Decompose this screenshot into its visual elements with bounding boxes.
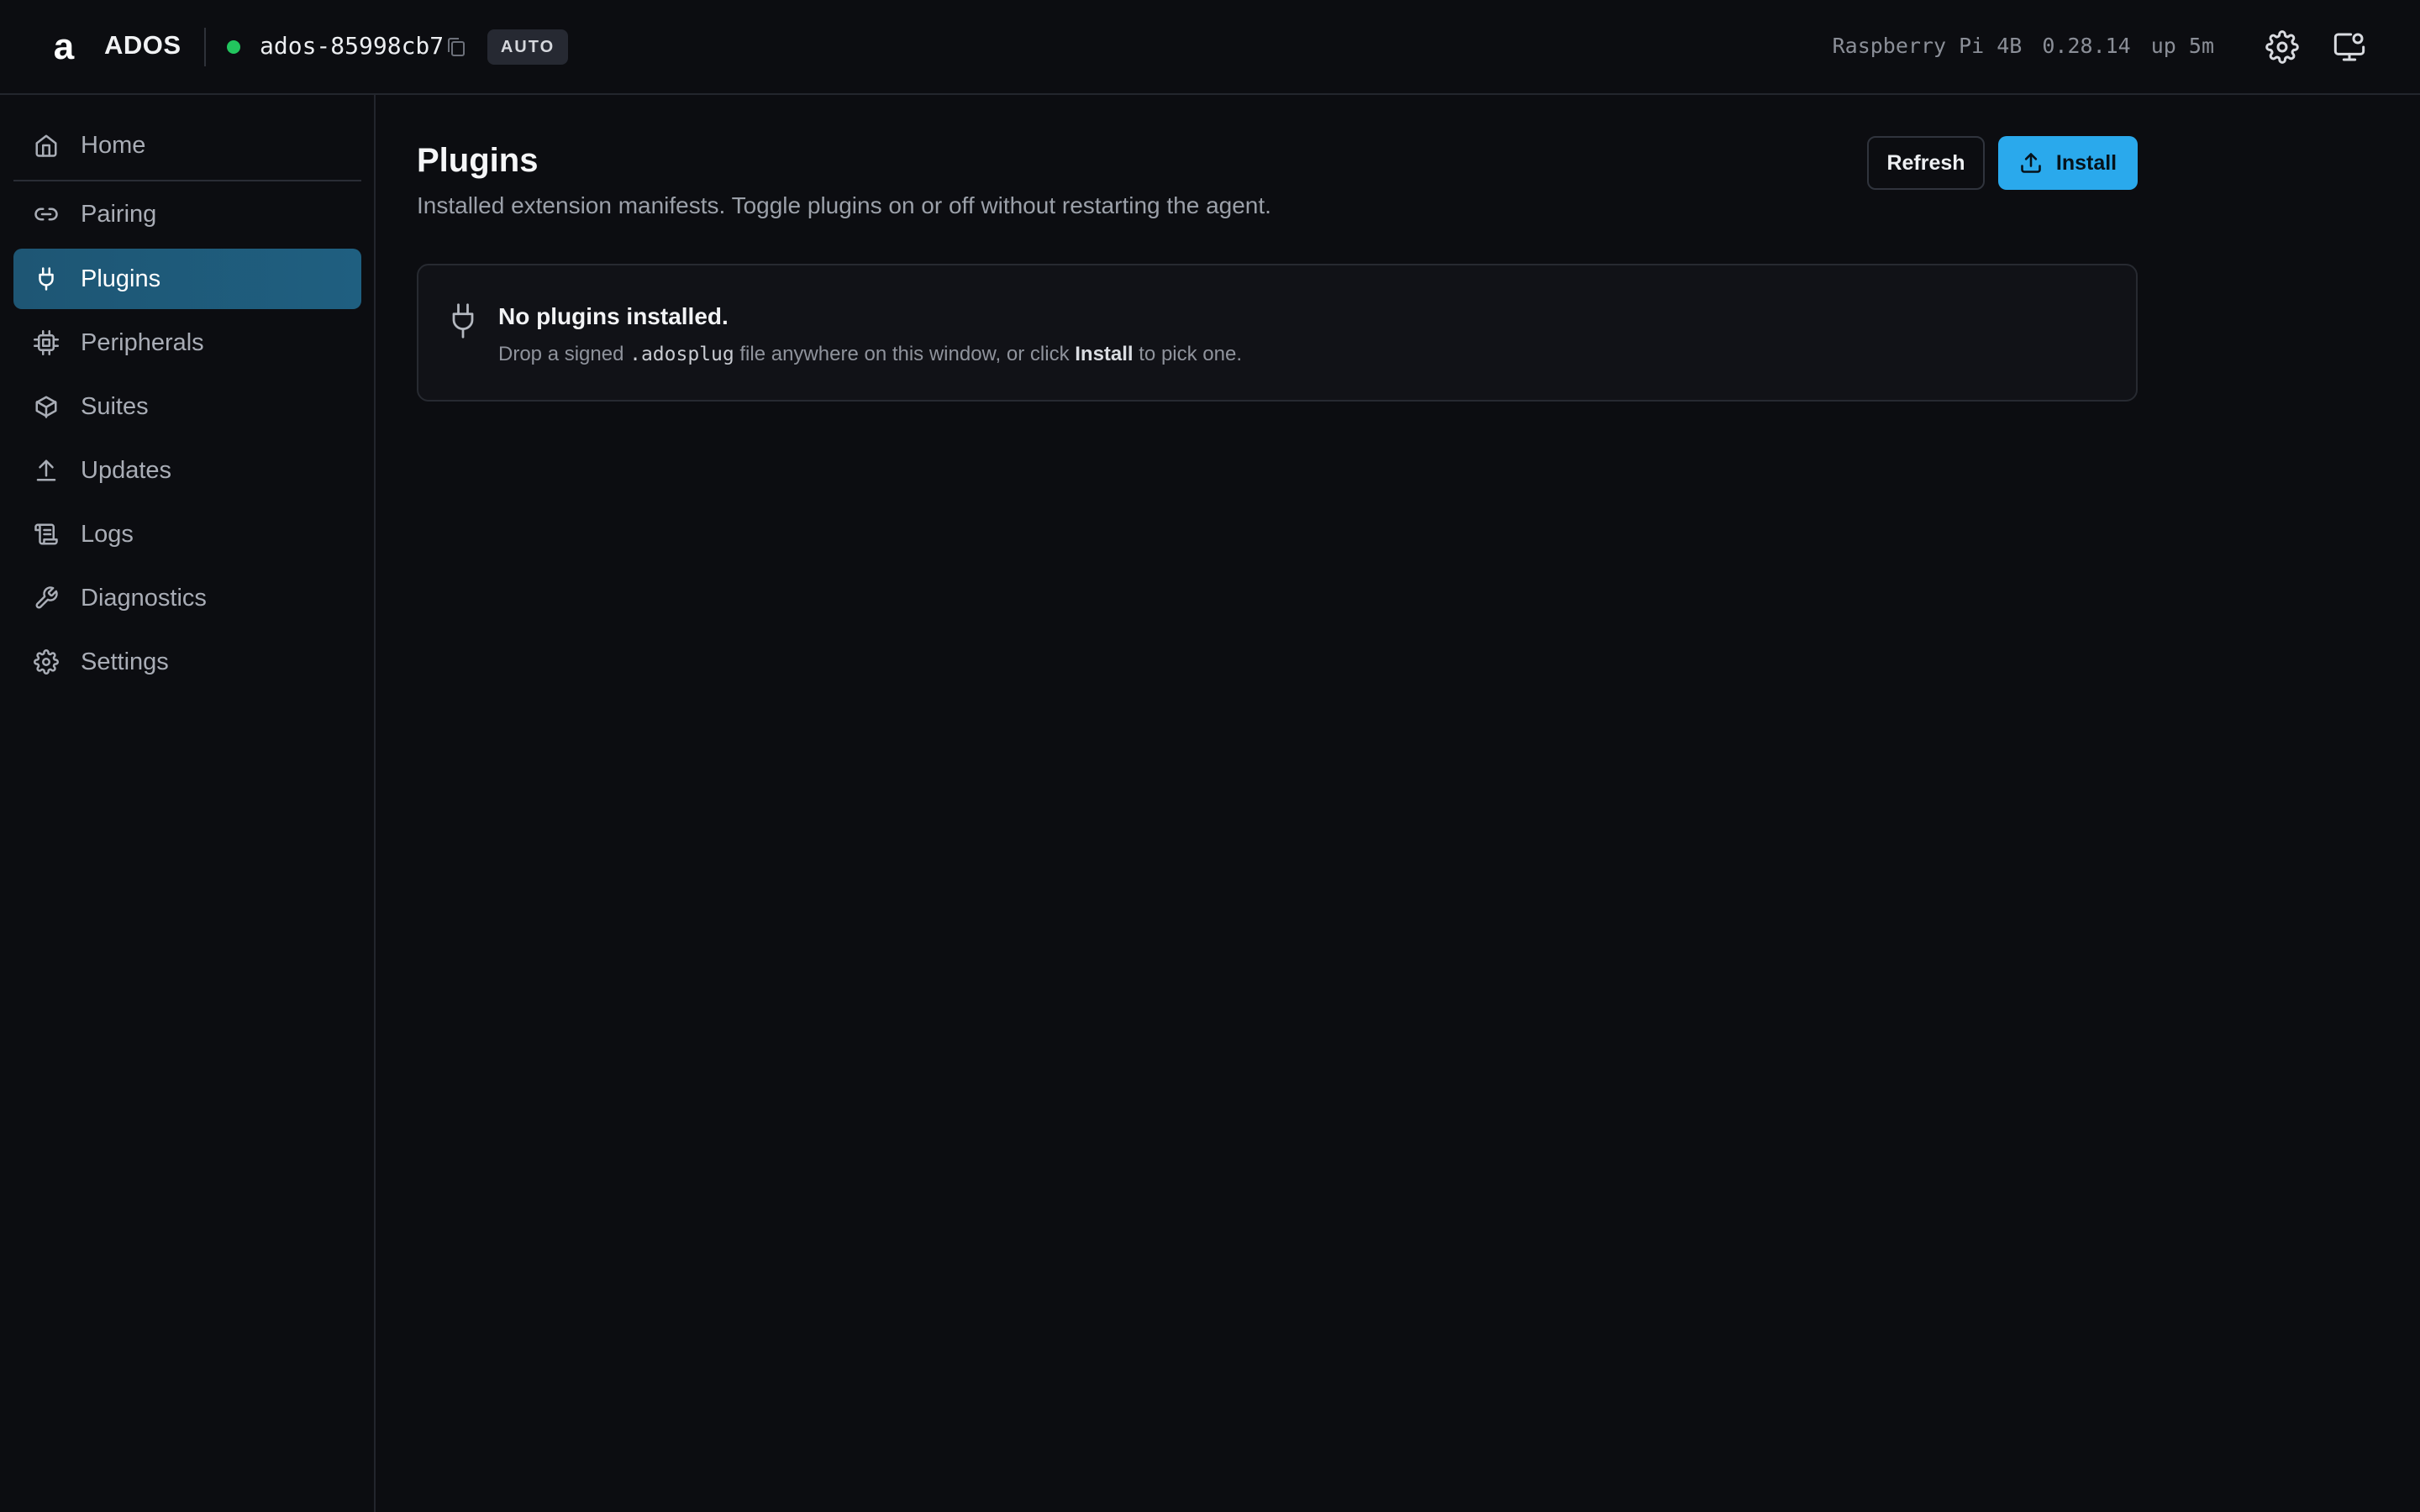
sidebar-item-label: Settings (81, 648, 169, 675)
top-header: a ADOS ados-85998cb7 AUTO Raspberry Pi 4… (0, 0, 2420, 95)
refresh-button[interactable]: Refresh (1867, 136, 1985, 190)
chip-icon (34, 330, 59, 355)
sidebar: Home Pairing Plugins Peripherals Suites … (0, 95, 376, 1512)
sidebar-item-pairing[interactable]: Pairing (13, 184, 361, 244)
sidebar-item-label: Home (81, 132, 146, 159)
system-info: Raspberry Pi 4B 0.28.14 up 5m (1833, 34, 2214, 58)
sidebar-item-label: Pairing (81, 201, 157, 228)
scroll-icon (34, 523, 58, 545)
sidebar-item-label: Plugins (81, 265, 161, 292)
wrench-icon (35, 586, 58, 609)
page-subtitle: Installed extension manifests. Toggle pl… (417, 192, 1271, 218)
file-extension: .adosplug (629, 344, 734, 365)
sidebar-item-label: Logs (81, 521, 134, 548)
desc-text: Drop a signed (498, 343, 630, 365)
sidebar-item-settings[interactable]: Settings (13, 632, 361, 692)
copy-icon[interactable] (445, 35, 467, 59)
page-title: Plugins (417, 142, 539, 179)
empty-state-title: No plugins installed. (498, 303, 729, 329)
package-icon (35, 396, 57, 418)
desc-text: file anywhere on this window, or click (734, 343, 1076, 365)
empty-state-card: No plugins installed. Drop a signed .ado… (417, 264, 2138, 402)
sidebar-item-home[interactable]: Home (13, 115, 361, 176)
display-icon[interactable] (2333, 30, 2366, 64)
sidebar-item-logs[interactable]: Logs (13, 504, 361, 564)
agent-version: 0.28.14 (2042, 34, 2131, 58)
sidebar-item-updates[interactable]: Updates (13, 440, 361, 501)
svg-text:a: a (54, 29, 75, 66)
gear-icon (34, 649, 59, 675)
install-hint: Install (1075, 343, 1134, 365)
header-divider (204, 28, 206, 66)
install-button[interactable]: Install (1998, 136, 2138, 190)
plug-icon (39, 267, 54, 291)
empty-state-description: Drop a signed .adosplug file anywhere on… (498, 343, 1242, 366)
upload-icon (36, 459, 56, 481)
sidebar-item-label: Peripherals (81, 329, 204, 356)
sidebar-item-diagnostics[interactable]: Diagnostics (13, 568, 361, 628)
link-icon (34, 207, 58, 221)
sidebar-item-label: Updates (81, 457, 172, 484)
install-button-label: Install (2055, 150, 2118, 175)
ados-logo-icon[interactable]: a (45, 29, 82, 66)
plug-icon (452, 303, 474, 339)
sidebar-item-plugins[interactable]: Plugins (13, 249, 361, 309)
sidebar-item-peripherals[interactable]: Peripherals (13, 312, 361, 373)
device-id: ados-85998cb7 (260, 32, 445, 60)
sidebar-item-suites[interactable]: Suites (13, 376, 361, 437)
sidebar-divider (13, 180, 361, 181)
app-name: ADOS (104, 30, 182, 60)
home-icon (35, 134, 57, 157)
uptime: up 5m (2150, 34, 2214, 58)
gear-icon[interactable] (2265, 30, 2299, 64)
upload-icon (2021, 153, 2041, 173)
sidebar-item-label: Suites (81, 393, 149, 420)
mode-badge: AUTO (487, 29, 568, 65)
main-content: Plugins Installed extension manifests. T… (377, 95, 2420, 1512)
app-root: a ADOS ados-85998cb7 AUTO Raspberry Pi 4… (0, 0, 2420, 1512)
sidebar-item-label: Diagnostics (81, 585, 207, 612)
connection-status-dot (227, 40, 240, 54)
board-name: Raspberry Pi 4B (1832, 34, 2023, 58)
desc-text: to pick one. (1133, 343, 1243, 365)
